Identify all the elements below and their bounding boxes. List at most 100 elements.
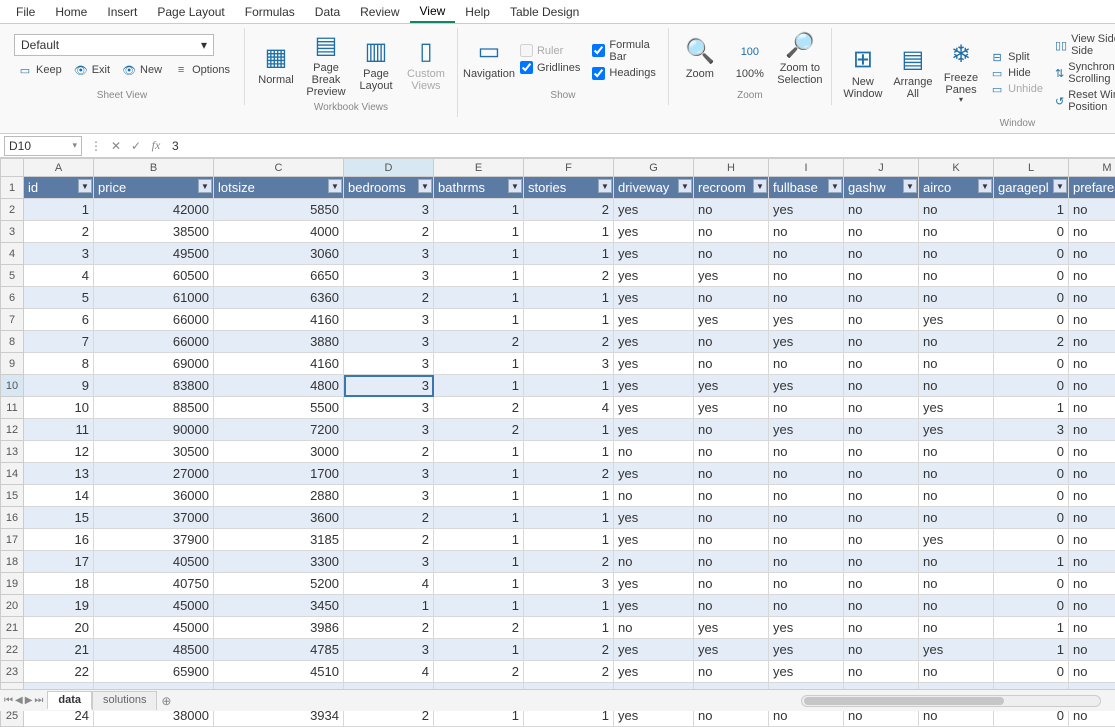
cell[interactable]: 6650 — [214, 265, 344, 287]
cell[interactable]: 48500 — [94, 639, 214, 661]
cell[interactable]: 1 — [434, 353, 524, 375]
cell[interactable]: 1 — [344, 595, 434, 617]
cell[interactable]: 0 — [994, 661, 1069, 683]
cell[interactable]: 3 — [524, 353, 614, 375]
cell[interactable]: 1 — [994, 199, 1069, 221]
add-sheet-button[interactable]: ⊕ — [157, 694, 175, 708]
cell[interactable]: no — [1069, 661, 1115, 683]
cell[interactable]: 3 — [344, 485, 434, 507]
cell[interactable]: no — [694, 595, 769, 617]
cell[interactable]: 1 — [524, 529, 614, 551]
freeze-panes-button[interactable]: ❄Freeze Panes▾ — [940, 40, 982, 107]
cell[interactable]: 2 — [434, 419, 524, 441]
cell[interactable]: 1 — [434, 463, 524, 485]
cell[interactable]: 1 — [434, 309, 524, 331]
cell[interactable]: no — [1069, 309, 1115, 331]
cell[interactable]: 4800 — [214, 375, 344, 397]
cell[interactable]: no — [694, 199, 769, 221]
cell[interactable]: 15 — [24, 507, 94, 529]
cell[interactable]: 1 — [434, 243, 524, 265]
cell[interactable]: no — [769, 595, 844, 617]
cell[interactable]: no — [694, 287, 769, 309]
cell[interactable]: 2 — [24, 221, 94, 243]
cell[interactable]: 3060 — [214, 243, 344, 265]
exit-button[interactable]: 👁Exit — [74, 64, 110, 76]
cell[interactable]: 3986 — [214, 617, 344, 639]
row-header[interactable]: 11 — [1, 397, 24, 419]
cell[interactable]: no — [919, 199, 994, 221]
cell[interactable]: no — [844, 551, 919, 573]
cell[interactable]: yes — [919, 397, 994, 419]
cell[interactable]: no — [694, 485, 769, 507]
cell[interactable]: 3 — [344, 199, 434, 221]
cell[interactable]: yes — [614, 199, 694, 221]
cell[interactable]: no — [919, 441, 994, 463]
cell[interactable]: no — [844, 595, 919, 617]
cell[interactable]: no — [694, 529, 769, 551]
cell[interactable]: 19 — [24, 595, 94, 617]
filter-arrow-icon[interactable]: ▼ — [418, 179, 432, 193]
formula-input[interactable]: 3 — [166, 137, 1115, 155]
cell[interactable]: 61000 — [94, 287, 214, 309]
headings-checkbox[interactable]: Headings — [592, 66, 655, 81]
row-header[interactable]: 18 — [1, 551, 24, 573]
menu-view[interactable]: View — [410, 1, 456, 23]
filter-arrow-icon[interactable]: ▼ — [978, 179, 992, 193]
cell[interactable]: 5 — [24, 287, 94, 309]
cell[interactable]: yes — [614, 287, 694, 309]
cell[interactable]: 66000 — [94, 331, 214, 353]
cell[interactable]: 17 — [24, 551, 94, 573]
cell[interactable]: yes — [614, 331, 694, 353]
cell[interactable]: no — [1069, 551, 1115, 573]
row-header[interactable]: 23 — [1, 661, 24, 683]
cell[interactable]: 4785 — [214, 639, 344, 661]
cell[interactable]: no — [844, 199, 919, 221]
cell[interactable]: 1 — [434, 199, 524, 221]
cell[interactable]: no — [844, 507, 919, 529]
row-header[interactable]: 3 — [1, 221, 24, 243]
cell[interactable]: 88500 — [94, 397, 214, 419]
cell[interactable]: no — [844, 661, 919, 683]
cell[interactable]: yes — [919, 529, 994, 551]
cell[interactable]: no — [844, 397, 919, 419]
table-header-lotsize[interactable]: lotsize▼ — [214, 177, 344, 199]
tab-next-icon[interactable]: ▶ — [25, 695, 33, 706]
cell[interactable]: 1 — [434, 639, 524, 661]
menu-review[interactable]: Review — [350, 2, 409, 22]
cell[interactable]: 7200 — [214, 419, 344, 441]
cell[interactable]: no — [1069, 221, 1115, 243]
cell[interactable]: no — [1069, 595, 1115, 617]
column-header-C[interactable]: C — [214, 159, 344, 177]
cell[interactable]: no — [694, 507, 769, 529]
cell[interactable]: 60500 — [94, 265, 214, 287]
cell[interactable]: no — [844, 221, 919, 243]
cell[interactable]: no — [919, 353, 994, 375]
cell[interactable]: 40500 — [94, 551, 214, 573]
cell[interactable]: no — [694, 441, 769, 463]
cell[interactable]: 1 — [524, 507, 614, 529]
row-header[interactable]: 13 — [1, 441, 24, 463]
column-header-L[interactable]: L — [994, 159, 1069, 177]
cell[interactable]: no — [769, 441, 844, 463]
zoom-selection-button[interactable]: 🔎Zoom to Selection — [777, 30, 823, 88]
tab-nav[interactable]: ⏮ ◀ ▶ ⏭ — [0, 695, 47, 706]
side-by-side-button[interactable]: ▯▯View Side by Side — [1055, 32, 1115, 58]
sheet-tab-solutions[interactable]: solutions — [92, 691, 157, 710]
cell[interactable]: yes — [694, 265, 769, 287]
cell[interactable]: no — [1069, 375, 1115, 397]
cell[interactable]: 20 — [24, 617, 94, 639]
table-header-price[interactable]: price▼ — [94, 177, 214, 199]
column-header-J[interactable]: J — [844, 159, 919, 177]
keep-button[interactable]: ▭Keep — [18, 64, 62, 76]
cell[interactable]: 2 — [524, 265, 614, 287]
cell[interactable]: 3185 — [214, 529, 344, 551]
filter-arrow-icon[interactable]: ▼ — [198, 179, 212, 193]
cell[interactable]: 1 — [434, 375, 524, 397]
cell[interactable]: yes — [694, 639, 769, 661]
cell[interactable]: 4 — [524, 397, 614, 419]
cell[interactable]: no — [919, 463, 994, 485]
row-header[interactable]: 16 — [1, 507, 24, 529]
table-header-prefarea[interactable]: prefarea▼ — [1069, 177, 1115, 199]
cell[interactable]: 2 — [344, 507, 434, 529]
cell[interactable]: 65900 — [94, 661, 214, 683]
